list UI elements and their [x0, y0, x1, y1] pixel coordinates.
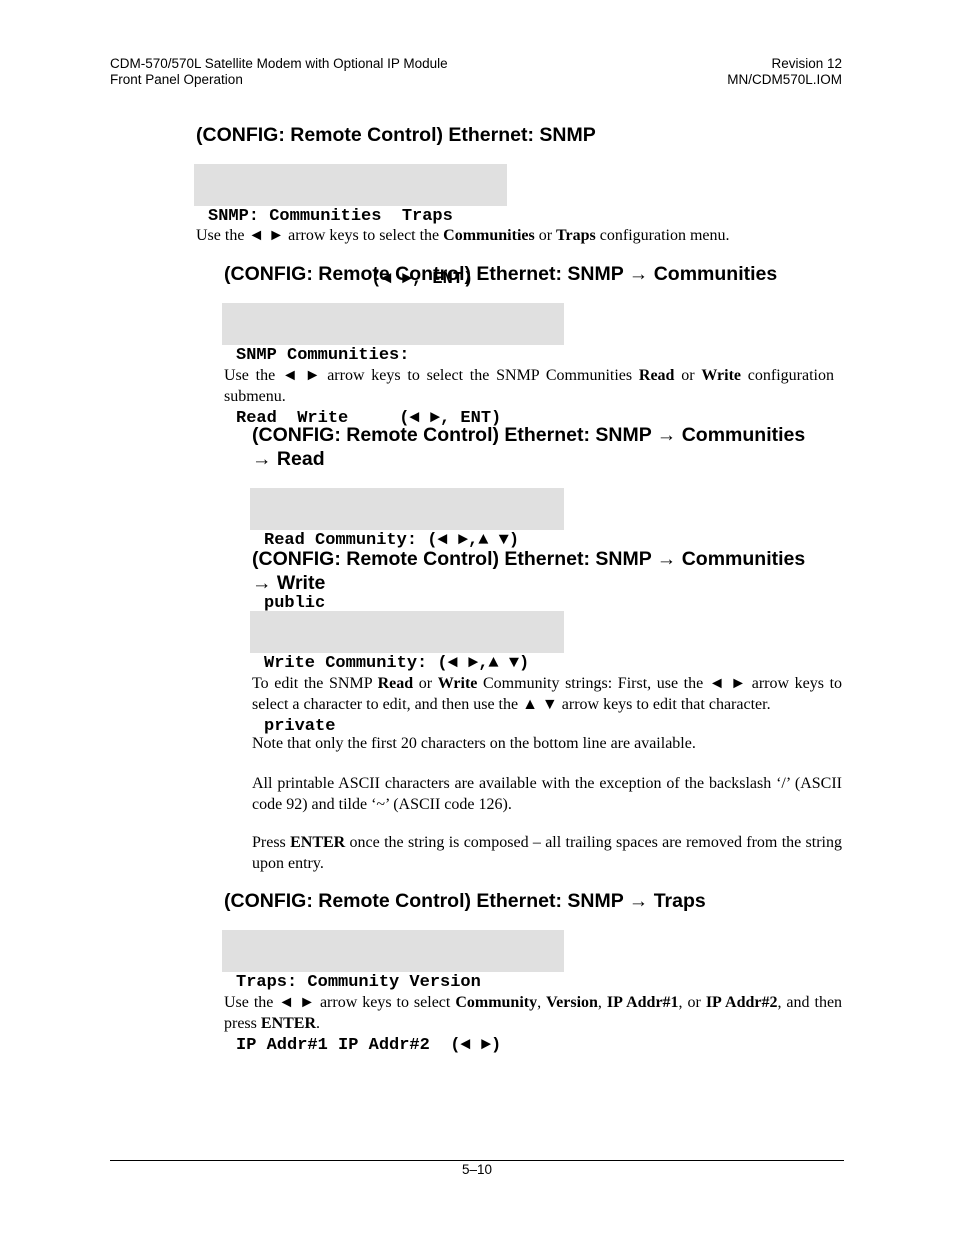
running-header-right: Revision 12 MN/CDM570L.IOM [727, 56, 842, 88]
heading-communities: (CONFIG: Remote Control) Ethernet: SNMP … [224, 263, 778, 285]
page-number: 5–10 [461, 1162, 493, 1177]
paragraph-edit-instructions: To edit the SNMP Read or Write Community… [252, 675, 843, 713]
heading-communities-read: (CONFIG: Remote Control) Ethernet: SNMP … [252, 424, 806, 470]
footer-divider [110, 1160, 844, 1161]
lcd-line-1: Traps: Community Version [236, 973, 481, 992]
heading-traps: (CONFIG: Remote Control) Ethernet: SNMP … [224, 890, 706, 912]
paragraph-ascii-note: All printable ASCII characters are avail… [252, 775, 842, 813]
lcd-display-snmp: SNMP: Communities Traps (◄ ►, ENT) [194, 164, 507, 289]
lcd-line-1: SNMP Communities: [236, 346, 410, 365]
paragraph-communities: Use the ◄ ► arrow keys to select the SNM… [224, 367, 835, 405]
lcd-display-write-community: Write Community: (◄ ►,▲ ▼) private [250, 611, 564, 736]
running-header-left: CDM-570/570L Satellite Modem with Option… [110, 56, 448, 88]
lcd-display-traps: Traps: Community Version IP Addr#1 IP Ad… [222, 930, 564, 1055]
lcd-display-read-community: Read Community: (◄ ►,▲ ▼) public [250, 488, 564, 613]
document-title: CDM-570/570L Satellite Modem with Option… [110, 56, 448, 71]
chapter-title: Front Panel Operation [110, 72, 243, 87]
heading-communities-write: (CONFIG: Remote Control) Ethernet: SNMP … [252, 548, 806, 594]
paragraph-snmp: Use the ◄ ► arrow keys to select the Com… [196, 227, 730, 244]
paragraph-enter-note: Press ENTER once the string is composed … [252, 834, 843, 872]
lcd-display-communities: SNMP Communities: Read Write (◄ ►, ENT) [222, 303, 564, 428]
document-id: MN/CDM570L.IOM [727, 72, 842, 87]
paragraph-traps: Use the ◄ ► arrow keys to select Communi… [224, 994, 843, 1032]
lcd-line-2: IP Addr#1 IP Addr#2 (◄ ►) [236, 1036, 502, 1055]
paragraph-character-limit: Note that only the first 20 characters o… [252, 735, 696, 752]
heading-snmp: (CONFIG: Remote Control) Ethernet: SNMP [196, 124, 596, 146]
revision-label: Revision 12 [771, 56, 842, 71]
lcd-line-1: Write Community: (◄ ►,▲ ▼) [264, 654, 530, 673]
lcd-line-1: SNMP: Communities Traps [208, 207, 453, 226]
